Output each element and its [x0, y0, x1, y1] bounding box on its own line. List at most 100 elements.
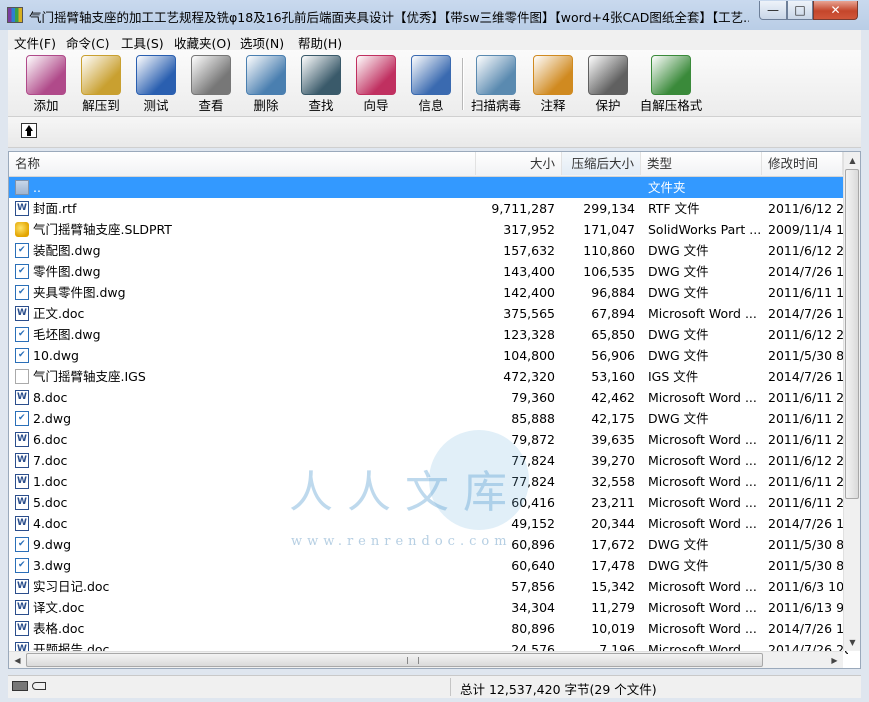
file-list[interactable]: 名称 大小 压缩后大小 类型 修改时间 .. 文件夹封面.rtf 9,711,287…	[8, 151, 861, 669]
file-type: DWG 文件	[648, 285, 709, 300]
dwg-file-icon	[15, 558, 29, 573]
table-row[interactable]: 8.doc 79,360 42,462 Microsoft Word ... 2011/…	[9, 387, 848, 408]
dwg-file-icon	[15, 348, 29, 363]
sfx-label: 自解压格式	[639, 98, 703, 113]
table-row[interactable]: 9.dwg 60,896 17,672 DWG 文件 2011/5/30 8:	[9, 534, 848, 555]
file-packed-size: 15,342	[591, 579, 635, 594]
file-modified: 2011/6/11 22	[768, 474, 848, 489]
file-packed-size: 106,535	[583, 264, 635, 279]
word-file-icon	[15, 306, 29, 321]
scroll-grip-icon	[407, 657, 419, 664]
table-row[interactable]: 7.doc 77,824 39,270 Microsoft Word ... 2011/…	[9, 450, 848, 471]
protect-label: 保护	[595, 98, 621, 113]
column-header-packed[interactable]: 压缩后大小	[562, 152, 641, 175]
file-name: 1.doc	[33, 474, 68, 489]
file-packed-size: 56,906	[591, 348, 635, 363]
table-row[interactable]: 装配图.dwg 157,632 110,860 DWG 文件 2011/6/12 22	[9, 240, 848, 261]
file-type: Microsoft Word ...	[648, 306, 757, 321]
vertical-scroll-thumb[interactable]	[845, 169, 859, 499]
table-row[interactable]: 毛坯图.dwg 123,328 65,850 DWG 文件 2011/6/12 22	[9, 324, 848, 345]
title-bar[interactable]: 气门摇臂轴支座的加工工艺规程及铣φ18及16孔前后端面夹具设计【优秀】【带sw三…	[0, 0, 869, 30]
table-row[interactable]: 3.dwg 60,640 17,478 DWG 文件 2011/5/30 8:	[9, 555, 848, 576]
dwg-file-icon	[15, 285, 29, 300]
file-size: 60,896	[511, 537, 555, 552]
wizard-button[interactable]: 向导	[348, 53, 404, 113]
table-row[interactable]: 2.dwg 85,888 42,175 DWG 文件 2011/6/11 21	[9, 408, 848, 429]
file-type: DWG 文件	[648, 264, 709, 279]
word-file-icon	[15, 474, 29, 489]
file-type: DWG 文件	[648, 243, 709, 258]
maximize-button[interactable]: □	[787, 1, 813, 20]
table-row[interactable]: 正文.doc 375,565 67,894 Microsoft Word ... 201…	[9, 303, 848, 324]
scroll-up-arrow-icon[interactable]: ▲	[844, 152, 860, 169]
table-row[interactable]: .. 文件夹	[9, 177, 843, 198]
horizontal-scrollbar[interactable]: ◀ ▶	[9, 651, 843, 668]
table-row[interactable]: 6.doc 79,872 39,635 Microsoft Word ... 2011/…	[9, 429, 848, 450]
key-icon[interactable]	[32, 682, 46, 690]
scroll-down-arrow-icon[interactable]: ▼	[844, 634, 860, 651]
column-header-name[interactable]: 名称	[9, 152, 476, 175]
winrar-window: 气门摇臂轴支座的加工工艺规程及铣φ18及16孔前后端面夹具设计【优秀】【带sw三…	[0, 0, 869, 702]
file-size: 79,872	[511, 432, 555, 447]
column-header-type[interactable]: 类型	[641, 152, 762, 175]
add-button[interactable]: 添加	[18, 53, 74, 113]
file-type: DWG 文件	[648, 411, 709, 426]
column-header-size[interactable]: 大小	[476, 152, 562, 175]
file-type: DWG 文件	[648, 537, 709, 552]
word-file-icon	[15, 516, 29, 531]
delete-button[interactable]: 删除	[238, 53, 294, 113]
word-file-icon	[15, 453, 29, 468]
add-archive-icon	[26, 55, 66, 95]
up-folder-button[interactable]	[21, 123, 37, 138]
file-name: 2.dwg	[33, 411, 72, 426]
scroll-left-arrow-icon[interactable]: ◀	[9, 652, 26, 668]
protect-button[interactable]: 保护	[580, 53, 636, 113]
table-row[interactable]: 表格.doc 80,896 10,019 Microsoft Word ... 2014…	[9, 618, 848, 639]
file-type: Microsoft Word ...	[648, 390, 757, 405]
table-row[interactable]: 4.doc 49,152 20,344 Microsoft Word ... 2014/…	[9, 513, 848, 534]
close-button[interactable]: ✕	[813, 1, 858, 20]
word-file-icon	[15, 432, 29, 447]
file-name: 6.doc	[33, 432, 68, 447]
table-row[interactable]: 1.doc 77,824 32,558 Microsoft Word ... 2011/…	[9, 471, 848, 492]
drive-icon[interactable]	[12, 681, 28, 691]
sfx-button[interactable]: 自解压格式	[640, 53, 702, 113]
status-separator	[450, 678, 451, 696]
horizontal-scroll-thumb[interactable]	[26, 653, 763, 667]
dwg-file-icon	[15, 537, 29, 552]
virus-scan-button[interactable]: 扫描病毒	[468, 53, 524, 113]
table-row[interactable]: 零件图.dwg 143,400 106,535 DWG 文件 2014/7/26 17	[9, 261, 848, 282]
sfx-icon	[651, 55, 691, 95]
file-size: 317,952	[503, 222, 555, 237]
comment-button[interactable]: 注释	[525, 53, 581, 113]
dwg-file-icon	[15, 264, 29, 279]
file-packed-size: 39,270	[591, 453, 635, 468]
word-file-icon	[15, 579, 29, 594]
file-size: 57,856	[511, 579, 555, 594]
view-button[interactable]: 查看	[183, 53, 239, 113]
table-row[interactable]: 5.doc 60,416 23,211 Microsoft Word ... 2011/…	[9, 492, 848, 513]
dwg-file-icon	[15, 327, 29, 342]
file-packed-size: 96,884	[591, 285, 635, 300]
scroll-right-arrow-icon[interactable]: ▶	[826, 652, 843, 668]
info-button[interactable]: 信息	[403, 53, 459, 113]
find-button[interactable]: 查找	[293, 53, 349, 113]
table-row[interactable]: 译文.doc 34,304 11,279 Microsoft Word ... 2011…	[9, 597, 848, 618]
table-row[interactable]: 气门摇臂轴支座.SLDPRT 317,952 171,047 SolidWorks P…	[9, 219, 848, 240]
table-row[interactable]: 封面.rtf 9,711,287 299,134 RTF 文件 2011/6/12 23	[9, 198, 848, 219]
file-name: 5.doc	[33, 495, 68, 510]
view-icon	[191, 55, 231, 95]
column-header-modified[interactable]: 修改时间	[762, 152, 843, 175]
vertical-scrollbar[interactable]: ▲ ▼	[843, 152, 860, 651]
table-row[interactable]: 10.dwg 104,800 56,906 DWG 文件 2011/5/30 8:	[9, 345, 848, 366]
table-row[interactable]: 气门摇臂轴支座.IGS 472,320 53,160 IGS 文件 2014/7/26 …	[9, 366, 848, 387]
file-name: 毛坯图.dwg	[33, 327, 101, 342]
extract-to-button[interactable]: 解压到	[73, 53, 129, 113]
file-modified: 2014/7/26 16	[768, 516, 848, 531]
winrar-app-icon[interactable]	[7, 7, 23, 23]
file-modified: 2011/6/12 23	[768, 453, 848, 468]
table-row[interactable]: 实习日记.doc 57,856 15,342 Microsoft Word ... 20…	[9, 576, 848, 597]
table-row[interactable]: 夹具零件图.dwg 142,400 96,884 DWG 文件 2011/6/11 13	[9, 282, 848, 303]
test-button[interactable]: 测试	[128, 53, 184, 113]
minimize-button[interactable]: —	[759, 1, 787, 20]
